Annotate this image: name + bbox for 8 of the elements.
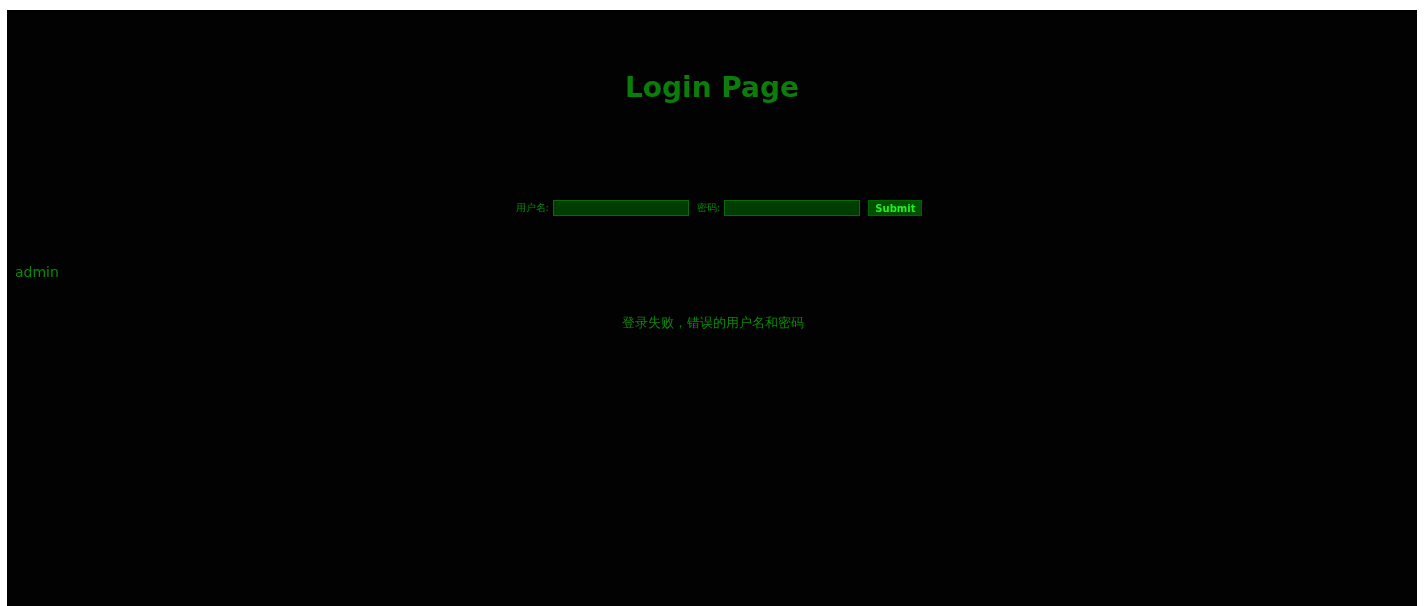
username-echo: admin — [15, 264, 59, 280]
username-field[interactable] — [552, 200, 689, 216]
password-field[interactable] — [724, 200, 861, 216]
password-label: 密码: — [696, 201, 721, 215]
submit-button[interactable]: Submit — [868, 200, 923, 216]
error-message: 登录失败，错误的用户名和密码 — [621, 314, 804, 332]
page-title: Login Page — [623, 70, 801, 106]
username-label: 用户名: — [515, 201, 549, 215]
